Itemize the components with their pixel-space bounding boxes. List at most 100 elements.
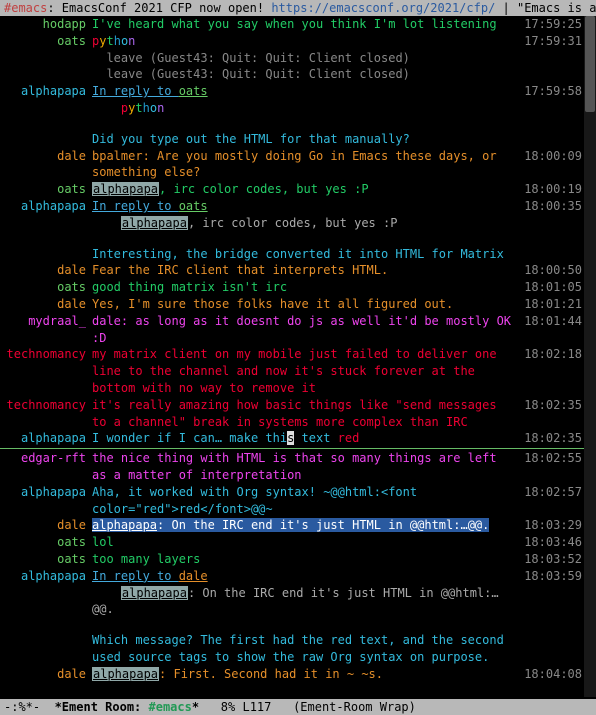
nick: dale	[0, 296, 92, 313]
message-area[interactable]: hodappI've heard what you say when you t…	[0, 16, 584, 697]
spacer	[0, 117, 584, 131]
nick: oats	[0, 279, 92, 296]
message-row: technomancymy matrix client on my mobile…	[0, 346, 584, 396]
message-row: edgar-rftthe nice thing with HTML is tha…	[0, 450, 584, 484]
header-bar: #emacs: EmacsConf 2021 CFP now open! htt…	[0, 0, 596, 16]
timestamp: 18:00:50	[518, 262, 584, 279]
message-row: alphapapa, irc color codes, but yes :P	[0, 215, 584, 232]
message-row: Which message? The first had the red tex…	[0, 632, 584, 666]
topic-link[interactable]: https://emacsconf.org/2021/cfp/	[271, 1, 495, 15]
message-body: alphapapa: First. Second had it in ~ ~s.	[92, 666, 518, 683]
scrollbar[interactable]	[584, 16, 596, 697]
timestamp: 17:59:25	[518, 16, 584, 33]
timestamp: 18:03:29	[518, 517, 584, 534]
nick: alphapapa	[0, 568, 92, 585]
message-body: bpalmer: Are you mostly doing Go in Emac…	[92, 148, 518, 182]
message-body: Fear the IRC client that interprets HTML…	[92, 262, 518, 279]
message-body: Aha, it worked with Org syntax! ~@@html:…	[92, 484, 518, 518]
message-row: alphapapa: On the IRC end it's just HTML…	[0, 585, 584, 619]
timestamp: 18:01:05	[518, 279, 584, 296]
message-body: I've heard what you say when you think I…	[92, 16, 518, 33]
channel-name: #emacs	[4, 1, 47, 15]
message-body: too many layers	[92, 551, 518, 568]
nick: alphapapa	[0, 484, 92, 501]
timestamp: 18:03:46	[518, 534, 584, 551]
message-row: oatspython17:59:31	[0, 33, 584, 50]
message-row: Did you type out the HTML for that manua…	[0, 131, 584, 148]
timestamp: 18:01:44	[518, 313, 584, 330]
topic-post: | "Emacs is a co	[495, 1, 596, 15]
topic-pre: : EmacsConf 2021 CFP now open!	[47, 1, 271, 15]
message-row: technomancyit's really amazing how basic…	[0, 397, 584, 431]
nick: dale	[0, 666, 92, 683]
nick: alphapapa	[0, 430, 92, 447]
timestamp: 18:02:55	[518, 450, 584, 467]
message-body: Yes, I'm sure those folks have it all fi…	[92, 296, 518, 313]
message-body: leave (Guest43: Quit: Quit: Client close…	[92, 50, 518, 67]
divider	[0, 448, 584, 449]
message-row: alphapapaI wonder if I can… make this te…	[0, 430, 584, 447]
message-row: dalealphapapa: First. Second had it in ~…	[0, 666, 584, 683]
nick: alphapapa	[0, 198, 92, 215]
message-body: the nice thing with HTML is that so many…	[92, 450, 518, 484]
nick: mydraal_	[0, 313, 92, 330]
message-body: Interesting, the bridge converted it int…	[92, 246, 518, 263]
message-row: leave (Guest43: Quit: Quit: Client close…	[0, 50, 584, 67]
message-body: python	[92, 100, 518, 117]
timestamp: 18:01:21	[518, 296, 584, 313]
timestamp: 18:02:35	[518, 430, 584, 447]
message-row: hodappI've heard what you say when you t…	[0, 16, 584, 33]
modeline: -:%*- *Ement Room: #emacs* 8% L117 (Emen…	[0, 699, 596, 715]
message-body: Which message? The first had the red tex…	[92, 632, 518, 666]
message-body: In reply to oats	[92, 198, 518, 215]
message-row: alphapapaIn reply to oats18:00:35	[0, 198, 584, 215]
message-row: daleFear the IRC client that interprets …	[0, 262, 584, 279]
message-body: python	[92, 33, 518, 50]
timestamp: 17:59:31	[518, 33, 584, 50]
nick: dale	[0, 517, 92, 534]
message-row: alphapapaIn reply to dale18:03:59	[0, 568, 584, 585]
timestamp: 17:59:58	[518, 83, 584, 100]
modeline-pos: 8%	[221, 700, 235, 714]
message-body: lol	[92, 534, 518, 551]
message-row: oatslol18:03:46	[0, 534, 584, 551]
timestamp: 18:02:18	[518, 346, 584, 363]
message-body: leave (Guest43: Quit: Quit: Client close…	[92, 66, 518, 83]
modeline-room-suffix: *	[192, 700, 199, 714]
message-row: mydraal_dale: as long as it doesnt do js…	[0, 313, 584, 347]
modeline-line: L117	[242, 700, 271, 714]
message-body: dale: as long as it doesnt do js as well…	[92, 313, 518, 347]
message-row: dalealphapapa: On the IRC end it's just …	[0, 517, 584, 534]
message-body: alphapapa: On the IRC end it's just HTML…	[92, 517, 518, 534]
modeline-left: -:%*-	[4, 700, 40, 714]
message-row: alphapapaAha, it worked with Org syntax!…	[0, 484, 584, 518]
timestamp: 18:02:35	[518, 397, 584, 414]
modeline-room-name: #emacs	[149, 700, 192, 714]
message-body: my matrix client on my mobile just faile…	[92, 346, 518, 396]
message-row: alphapapaIn reply to oats17:59:58	[0, 83, 584, 100]
spacer	[0, 618, 584, 632]
timestamp: 18:00:19	[518, 181, 584, 198]
message-row: daleYes, I'm sure those folks have it al…	[0, 296, 584, 313]
nick: oats	[0, 181, 92, 198]
nick: dale	[0, 262, 92, 279]
scrollbar-thumb[interactable]	[585, 16, 595, 112]
message-body: alphapapa: On the IRC end it's just HTML…	[92, 585, 518, 619]
message-body: In reply to oats	[92, 83, 518, 100]
nick: technomancy	[0, 346, 92, 363]
timestamp: 18:00:35	[518, 198, 584, 215]
message-body: I wonder if I can… make this text red	[92, 430, 518, 447]
timestamp: 18:04:08	[518, 666, 584, 683]
nick: oats	[0, 33, 92, 50]
timestamp: 18:02:57	[518, 484, 584, 501]
modeline-mode: (Ement-Room Wrap)	[293, 700, 416, 714]
spacer	[0, 232, 584, 246]
modeline-room-label: *Ement Room:	[55, 700, 149, 714]
nick: alphapapa	[0, 83, 92, 100]
message-body: alphapapa, irc color codes, but yes :P	[92, 181, 518, 198]
message-row: Interesting, the bridge converted it int…	[0, 246, 584, 263]
message-row: oatsalphapapa, irc color codes, but yes …	[0, 181, 584, 198]
message-row: python	[0, 100, 584, 117]
nick: oats	[0, 551, 92, 568]
message-body: alphapapa, irc color codes, but yes :P	[92, 215, 518, 232]
